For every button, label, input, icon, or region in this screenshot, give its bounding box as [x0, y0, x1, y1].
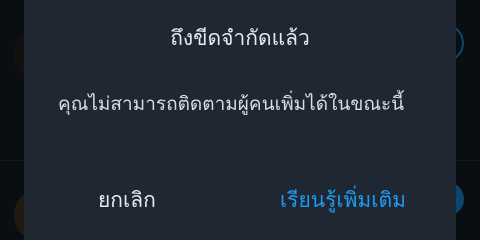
- learn-more-button[interactable]: เรียนรู้เพิ่มเติม: [280, 178, 406, 222]
- dialog-title: ถึงขีดจำกัดแล้ว: [170, 26, 310, 50]
- limit-reached-dialog: ถึงขีดจำกัดแล้ว คุณไม่สามารถติดตามผู้คนเ…: [24, 0, 456, 240]
- dialog-actions: ยกเลิก เรียนรู้เพิ่มเติม: [24, 178, 456, 222]
- cancel-button[interactable]: ยกเลิก: [98, 178, 156, 222]
- screen: ถึงขีดจำกัดแล้ว คุณไม่สามารถติดตามผู้คนเ…: [0, 0, 480, 240]
- dialog-message: คุณไม่สามารถติดตามผู้คนเพิ่มได้ในขณะนี้: [58, 93, 405, 115]
